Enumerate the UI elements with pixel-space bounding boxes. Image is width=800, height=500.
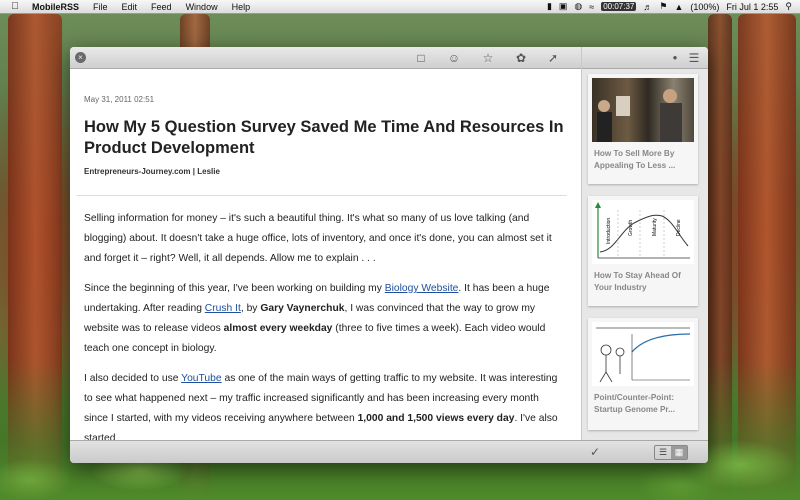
bold-text: almost every weekday <box>223 323 333 334</box>
bold-text: 1,000 and 1,500 views every day <box>357 413 515 424</box>
sketch-illustration-icon <box>596 327 691 383</box>
crush-it-link[interactable]: Crush It <box>205 303 241 314</box>
article-body: Selling information for money – it's suc… <box>84 209 562 440</box>
article-date: May 31, 2011 02:51 <box>84 95 155 104</box>
share-icon[interactable]: ➚ <box>545 50 561 66</box>
people-photo-icon <box>597 89 682 142</box>
window-icon[interactable]: □ <box>413 50 429 66</box>
list-icon[interactable]: ☰ <box>686 50 702 66</box>
lifecycle-chart-icon: Introduction Growth Maturity Decline <box>595 202 690 259</box>
text-span: , by <box>240 303 261 314</box>
text-span: Since the beginning of this year, I've b… <box>84 283 385 294</box>
checkmark-icon[interactable]: ✓ <box>587 444 603 460</box>
bluetooth-icon[interactable]: ▲ <box>674 2 683 12</box>
clock[interactable]: Fri Jul 1 2:55 <box>726 2 778 12</box>
card-title: How To Sell More By Appealing To Less ..… <box>594 149 676 170</box>
related-card[interactable]: How To Sell More By Appealing To Less ..… <box>588 74 698 184</box>
window-toolbar: × □ ☺ ☆ ✿ ➚ ● ☰ <box>70 47 708 69</box>
article-pane[interactable]: May 31, 2011 02:51 How My 5 Question Sur… <box>70 69 581 440</box>
apple-icon[interactable]:  <box>8 1 22 12</box>
display-icon[interactable]: ▣ <box>559 1 568 12</box>
menu-window[interactable]: Window <box>186 2 218 12</box>
volume-icon[interactable]: ♬ <box>643 2 652 12</box>
menu-feed[interactable]: Feed <box>151 2 172 12</box>
text-span: I also decided to use <box>84 373 182 384</box>
emoji-icon[interactable]: ☺ <box>446 50 462 66</box>
menu-bar:  MobileRSS File Edit Feed Window Help ▮… <box>0 0 800 14</box>
divider <box>77 195 567 196</box>
card-thumbnail <box>592 322 694 386</box>
reader-window: × □ ☺ ☆ ✿ ➚ ● ☰ May 31, 2011 02:51 How M… <box>70 47 708 463</box>
close-icon[interactable]: × <box>75 52 86 63</box>
battery-percent[interactable]: (100%) <box>690 2 719 12</box>
app-menu[interactable]: MobileRSS <box>32 2 79 12</box>
menu-help[interactable]: Help <box>232 2 251 12</box>
youtube-link[interactable]: YouTube <box>181 373 221 384</box>
flag-icon[interactable]: ⚑ <box>659 1 667 12</box>
related-card[interactable]: Introduction Growth Maturity Decline How… <box>588 196 698 306</box>
battery-time[interactable]: 00:07:37 <box>601 2 637 11</box>
chart-label: Decline <box>676 219 682 236</box>
card-thumbnail: Introduction Growth Maturity Decline <box>592 200 694 264</box>
grid-view-icon[interactable]: ▦ <box>671 446 687 459</box>
chart-label: Introduction <box>606 218 612 244</box>
biology-website-link[interactable]: Biology Website <box>385 283 459 294</box>
card-title: Point/Counter-Point: Startup Genome Pr..… <box>594 393 675 414</box>
card-title: How To Stay Ahead Of Your Industry <box>594 271 681 292</box>
paragraph: Selling information for money – it's suc… <box>84 213 552 264</box>
star-icon[interactable]: ☆ <box>480 50 496 66</box>
paragraph: Since the beginning of this year, I've b… <box>84 279 562 359</box>
article-source: Entrepreneurs-Journey.com | Leslie <box>84 167 220 176</box>
related-articles-sidebar[interactable]: How To Sell More By Appealing To Less ..… <box>582 69 708 440</box>
menu-edit[interactable]: Edit <box>122 2 138 12</box>
card-thumbnail <box>592 78 694 142</box>
search-icon[interactable]: ⚲ <box>785 1 792 12</box>
view-toggle: ☰ ▦ <box>654 445 688 460</box>
article-title: How My 5 Question Survey Saved Me Time A… <box>84 118 564 157</box>
chart-label: Growth <box>628 220 634 236</box>
wifi-icon[interactable]: ≈ <box>589 2 594 12</box>
menu-file[interactable]: File <box>93 2 108 12</box>
lock-icon[interactable]: ◍ <box>574 1 582 12</box>
bookmark-icon[interactable]: ▮ <box>547 1 552 12</box>
feed-icon[interactable]: ✿ <box>513 50 529 66</box>
dot-icon[interactable]: ● <box>667 50 683 66</box>
paragraph: I also decided to use YouTube as one of … <box>84 369 562 440</box>
related-card[interactable]: Point/Counter-Point: Startup Genome Pr..… <box>588 318 698 430</box>
bottom-toolbar: ✓ ☰ ▦ <box>70 440 708 463</box>
bold-text: Gary Vaynerchuk <box>260 303 345 314</box>
list-view-icon[interactable]: ☰ <box>655 446 671 459</box>
chart-label: Maturity <box>652 218 658 236</box>
